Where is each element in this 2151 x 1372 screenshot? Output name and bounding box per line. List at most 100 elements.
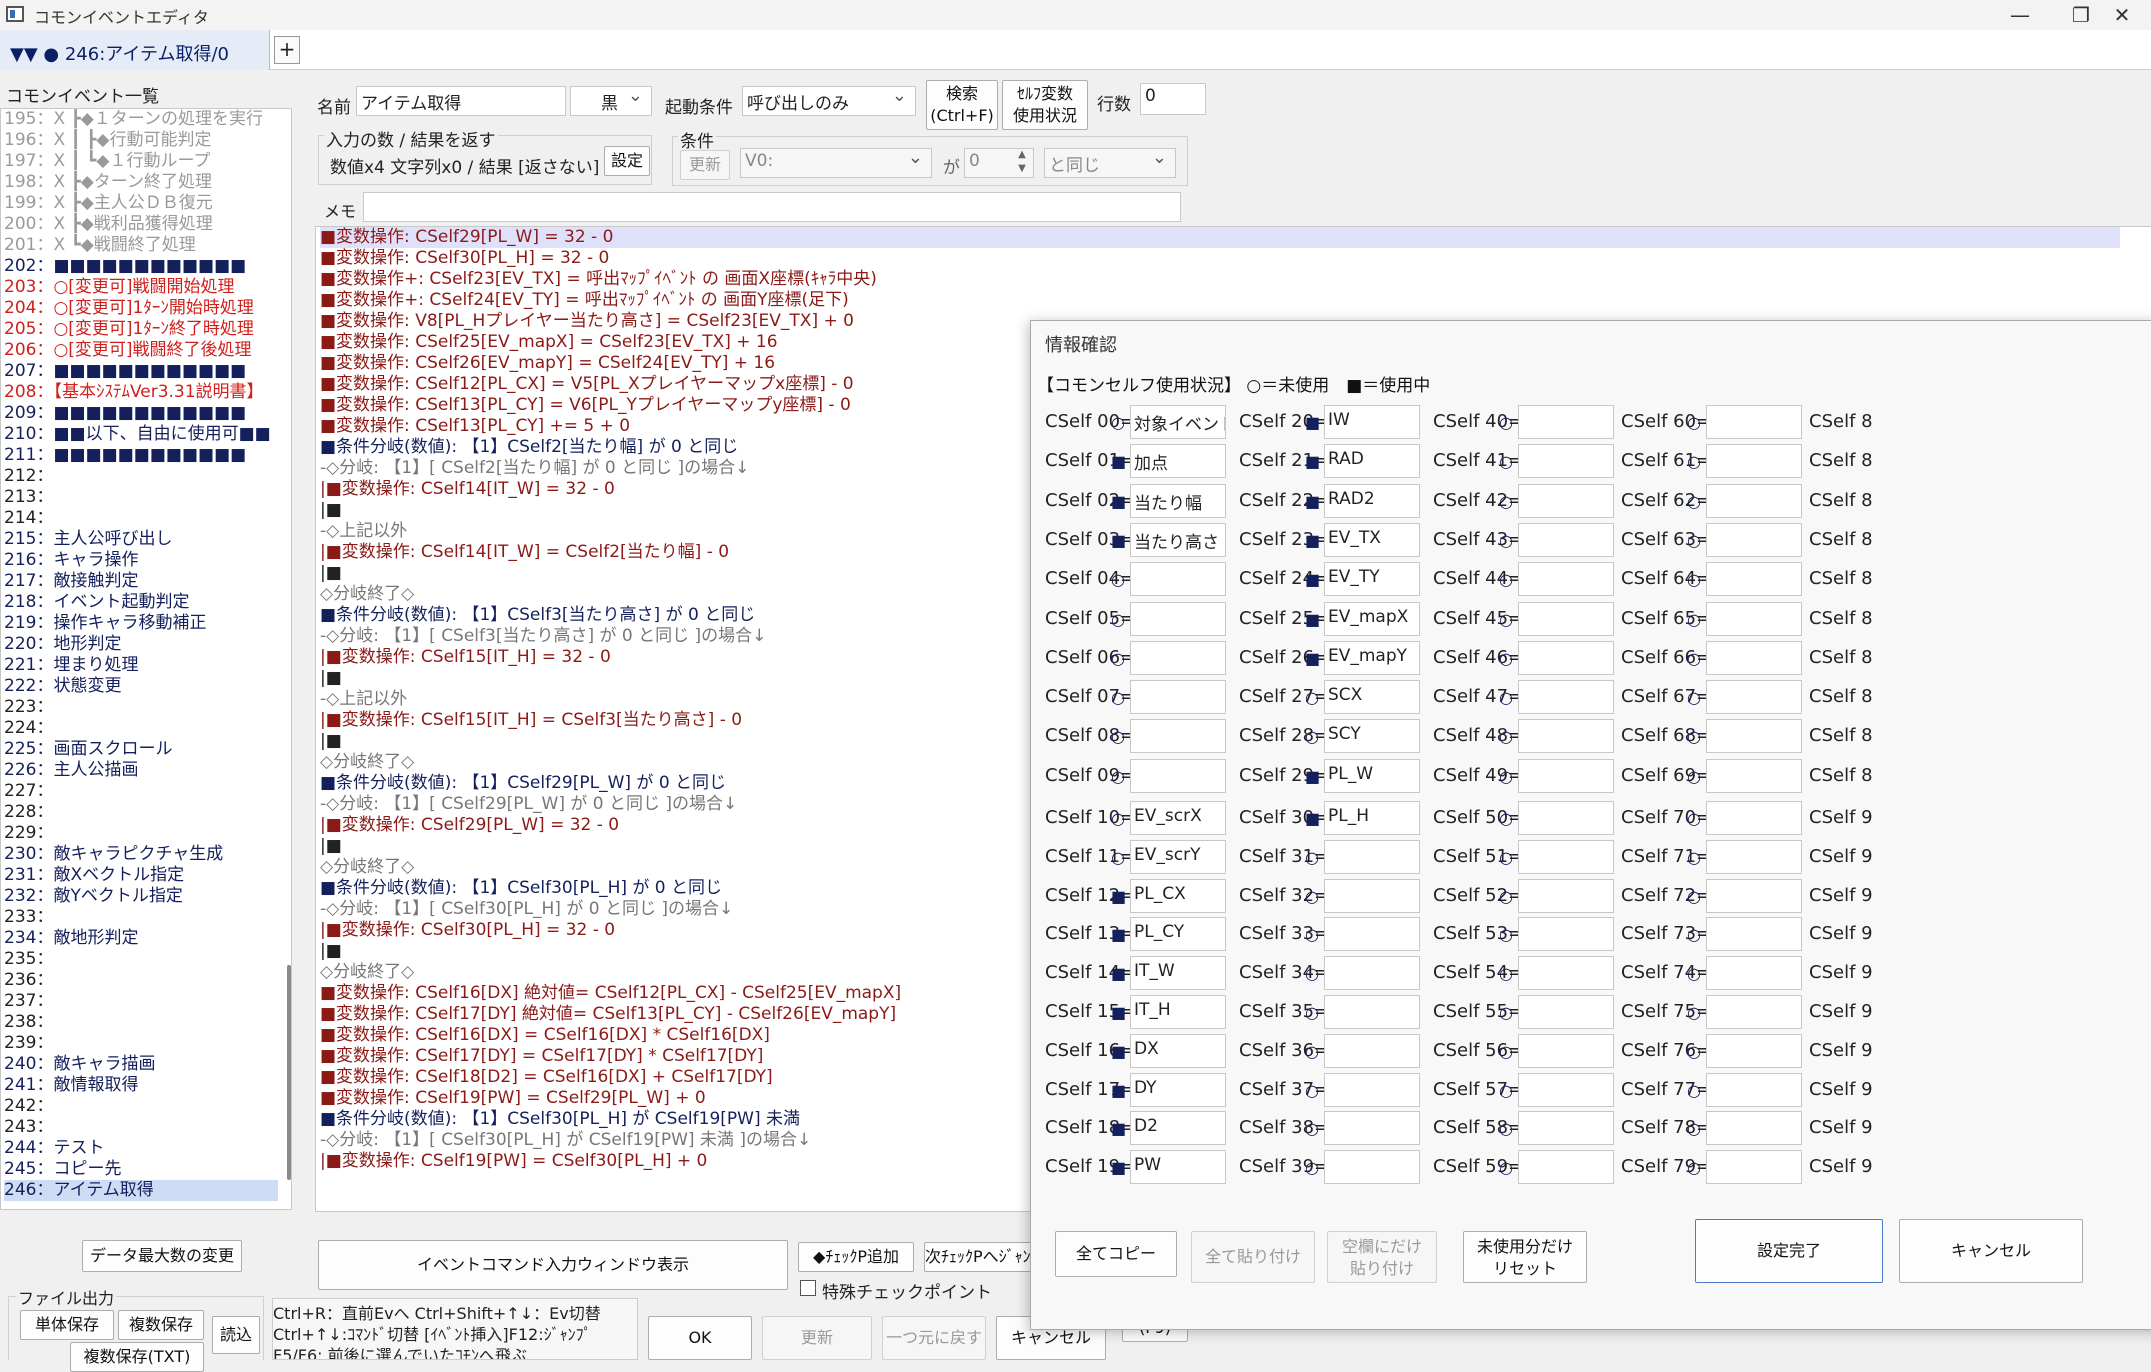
copy-all-button[interactable]: 全てコピー [1055, 1231, 1177, 1277]
cself-name-input[interactable] [1706, 956, 1802, 990]
event-command-line[interactable]: ■変数操作: CSelf30[PL_H] = 32 - 0 [320, 248, 609, 269]
common-event-item[interactable]: 195：X ┣◆１ターンの処理を実行 [4, 109, 263, 130]
cself-name-input[interactable]: SCX [1324, 680, 1420, 714]
lines-input[interactable]: 0 [1140, 83, 1206, 115]
event-command-line[interactable]: ■変数操作: CSelf17[DY] = CSelf17[DY] * CSelf… [320, 1046, 763, 1067]
next-checkpoint-button[interactable]: 次ﾁｪｯｸPへｼﾞｬﾝﾌﾟ [924, 1242, 1036, 1272]
undo-button[interactable]: 一つ元に戻す [882, 1316, 986, 1360]
event-command-line[interactable]: ■条件分岐(数値): 【1】CSelf2[当たり幅] が 0 と同じ [320, 437, 738, 458]
event-command-line[interactable]: ■変数操作: CSelf25[EV_mapX] = CSelf23[EV_TX]… [320, 332, 778, 353]
event-command-line[interactable]: ■変数操作: CSelf17[DY] 絶対値= CSelf13[PL_CY] -… [320, 1004, 896, 1025]
event-name-input[interactable]: アイテム取得 [356, 86, 566, 116]
cself-name-input[interactable]: IT_H [1130, 995, 1226, 1029]
cself-name-input[interactable] [1706, 484, 1802, 518]
cself-name-input[interactable] [1706, 1111, 1802, 1145]
cself-name-input[interactable] [1518, 1111, 1614, 1145]
event-command-line[interactable]: |■変数操作: CSelf15[IT_H] = 32 - 0 [320, 647, 611, 668]
cself-name-input[interactable] [1706, 1150, 1802, 1184]
cself-name-input[interactable] [1324, 1111, 1420, 1145]
cself-name-input[interactable]: 当たり幅 [1130, 484, 1226, 518]
cself-name-input[interactable]: PL_CX [1130, 879, 1226, 913]
cself-name-input[interactable]: SCY [1324, 719, 1420, 753]
cself-name-input[interactable]: 当たり高さ [1130, 523, 1226, 557]
cself-name-input[interactable] [1706, 680, 1802, 714]
common-event-item[interactable]: 216：キャラ操作 [4, 550, 138, 571]
command-input-window-button[interactable]: イベントコマンド入力ウィンドウ表示 [318, 1240, 788, 1290]
cself-name-input[interactable]: EV_mapX [1324, 602, 1420, 636]
common-event-item[interactable]: 196：X ┃ ┣◆行動可能判定 [4, 130, 211, 151]
paste-all-button[interactable]: 全て貼り付け [1191, 1231, 1315, 1283]
list-scrollbar-thumb[interactable] [287, 965, 291, 1180]
cself-name-input[interactable] [1518, 956, 1614, 990]
cself-name-input[interactable] [1324, 840, 1420, 874]
common-event-item[interactable]: 228： [4, 802, 53, 823]
cself-name-input[interactable] [1518, 719, 1614, 753]
event-command-line[interactable]: -◇分岐: 【1】[ CSelf29[PL_W] が 0 と同じ ]の場合↓ [320, 794, 737, 815]
cself-name-input[interactable]: DY [1130, 1073, 1226, 1107]
minimize-button[interactable]: — [1991, 0, 2049, 30]
common-event-item[interactable]: 210：■■以下、自由に使用可■■ [4, 424, 271, 445]
cself-name-input[interactable] [1518, 917, 1614, 951]
event-command-line[interactable]: ■変数操作: CSelf13[PL_CY] += 5 + 0 [320, 416, 630, 437]
add-tab-button[interactable]: + [274, 36, 300, 64]
common-event-item[interactable]: 244：テスト [4, 1138, 104, 1159]
event-command-line[interactable]: |■ [320, 668, 342, 689]
cself-name-input[interactable] [1706, 405, 1802, 439]
event-command-line[interactable]: ■条件分岐(数値): 【1】CSelf30[PL_H] が CSelf19[PW… [320, 1109, 800, 1130]
common-event-item[interactable]: 219：操作キャラ移動補正 [4, 613, 206, 634]
common-event-item[interactable]: 200：X ┣◆戦利品獲得処理 [4, 214, 213, 235]
common-event-item[interactable]: 222：状態変更 [4, 676, 121, 697]
event-command-line[interactable]: |■ [320, 563, 342, 584]
cself-name-input[interactable]: 対象イベント番号 [1130, 405, 1226, 439]
close-button[interactable]: ✕ [2093, 0, 2151, 30]
cself-name-input[interactable]: DX [1130, 1034, 1226, 1068]
cself-name-input[interactable] [1518, 879, 1614, 913]
settings-done-button[interactable]: 設定完了 [1695, 1219, 1883, 1283]
cself-name-input[interactable]: RAD2 [1324, 484, 1420, 518]
cself-name-input[interactable] [1130, 602, 1226, 636]
cself-name-input[interactable] [1130, 562, 1226, 596]
event-command-line[interactable]: ■条件分岐(数値): 【1】CSelf3[当たり高さ] が 0 と同じ [320, 605, 755, 626]
cself-name-input[interactable]: 加点 [1130, 444, 1226, 478]
common-event-item[interactable]: 246：アイテム取得 [4, 1180, 278, 1201]
multi-save-txt-button[interactable]: 複数保存(TXT) [70, 1342, 204, 1372]
common-event-item[interactable]: 233： [4, 907, 53, 928]
cself-name-input[interactable] [1518, 801, 1614, 835]
cself-name-input[interactable]: EV_mapY [1324, 641, 1420, 675]
common-event-item[interactable]: 217：敵接触判定 [4, 571, 138, 592]
self-var-usage-button[interactable]: ｾﾙﾌ変数 使用状況 [1002, 80, 1088, 130]
cself-name-input[interactable] [1324, 995, 1420, 1029]
event-command-line[interactable]: |■変数操作: CSelf14[IT_W] = CSelf2[当たり幅] - 0 [320, 542, 729, 563]
search-button[interactable]: 検索 (Ctrl+F) [926, 80, 998, 130]
cself-name-input[interactable]: PL_CY [1130, 917, 1226, 951]
event-command-line[interactable]: ■条件分岐(数値): 【1】CSelf29[PL_W] が 0 と同じ [320, 773, 726, 794]
common-event-item[interactable]: 223： [4, 697, 53, 718]
common-event-item[interactable]: 205：○[変更可]1ﾀｰﾝ終了時処理 [4, 319, 254, 340]
common-event-item[interactable]: 224： [4, 718, 53, 739]
cself-name-input[interactable] [1518, 995, 1614, 1029]
event-command-line[interactable]: |■変数操作: CSelf19[PW] = CSelf30[PL_H] + 0 [320, 1151, 707, 1172]
common-event-item[interactable]: 239： [4, 1033, 53, 1054]
common-event-item[interactable]: 237： [4, 991, 53, 1012]
common-event-item[interactable]: 221：埋まり処理 [4, 655, 138, 676]
common-event-item[interactable]: 208：【基本ｼｽﾃﾑVer3.31説明書】 [4, 382, 264, 403]
single-save-button[interactable]: 単体保存 [20, 1310, 114, 1340]
common-event-item[interactable]: 215：主人公呼び出し [4, 529, 172, 550]
condition-variable-select[interactable]: V0: [740, 148, 932, 178]
common-event-item[interactable]: 211：■■■■■■■■■■■■ [4, 445, 246, 466]
cself-name-input[interactable] [1324, 879, 1420, 913]
read-button[interactable]: 読込 [212, 1316, 260, 1354]
event-command-line[interactable]: ■変数操作: CSelf18[D2] = CSelf16[DX] + CSelf… [320, 1067, 773, 1088]
trigger-select[interactable]: 呼び出しのみ [742, 86, 916, 116]
event-command-line[interactable]: -◇分岐: 【1】[ CSelf3[当たり高さ] が 0 と同じ ]の場合↓ [320, 626, 766, 647]
common-event-item[interactable]: 227： [4, 781, 53, 802]
common-event-item[interactable]: 229： [4, 823, 53, 844]
cself-name-input[interactable] [1518, 562, 1614, 596]
cself-name-input[interactable] [1706, 523, 1802, 557]
common-event-item[interactable]: 240：敵キャラ描画 [4, 1054, 155, 1075]
common-event-item[interactable]: 204：○[変更可]1ﾀｰﾝ開始時処理 [4, 298, 254, 319]
event-command-line[interactable]: |■変数操作: CSelf30[PL_H] = 32 - 0 [320, 920, 615, 941]
common-event-item[interactable]: 199：X ┣◆主人公ＤＢ復元 [4, 193, 213, 214]
tab-common-event-246[interactable]: ▼▼ ● 246:アイテム取得/0 [0, 30, 270, 70]
common-event-item[interactable]: 206：○[変更可]戦闘終了後処理 [4, 340, 252, 361]
